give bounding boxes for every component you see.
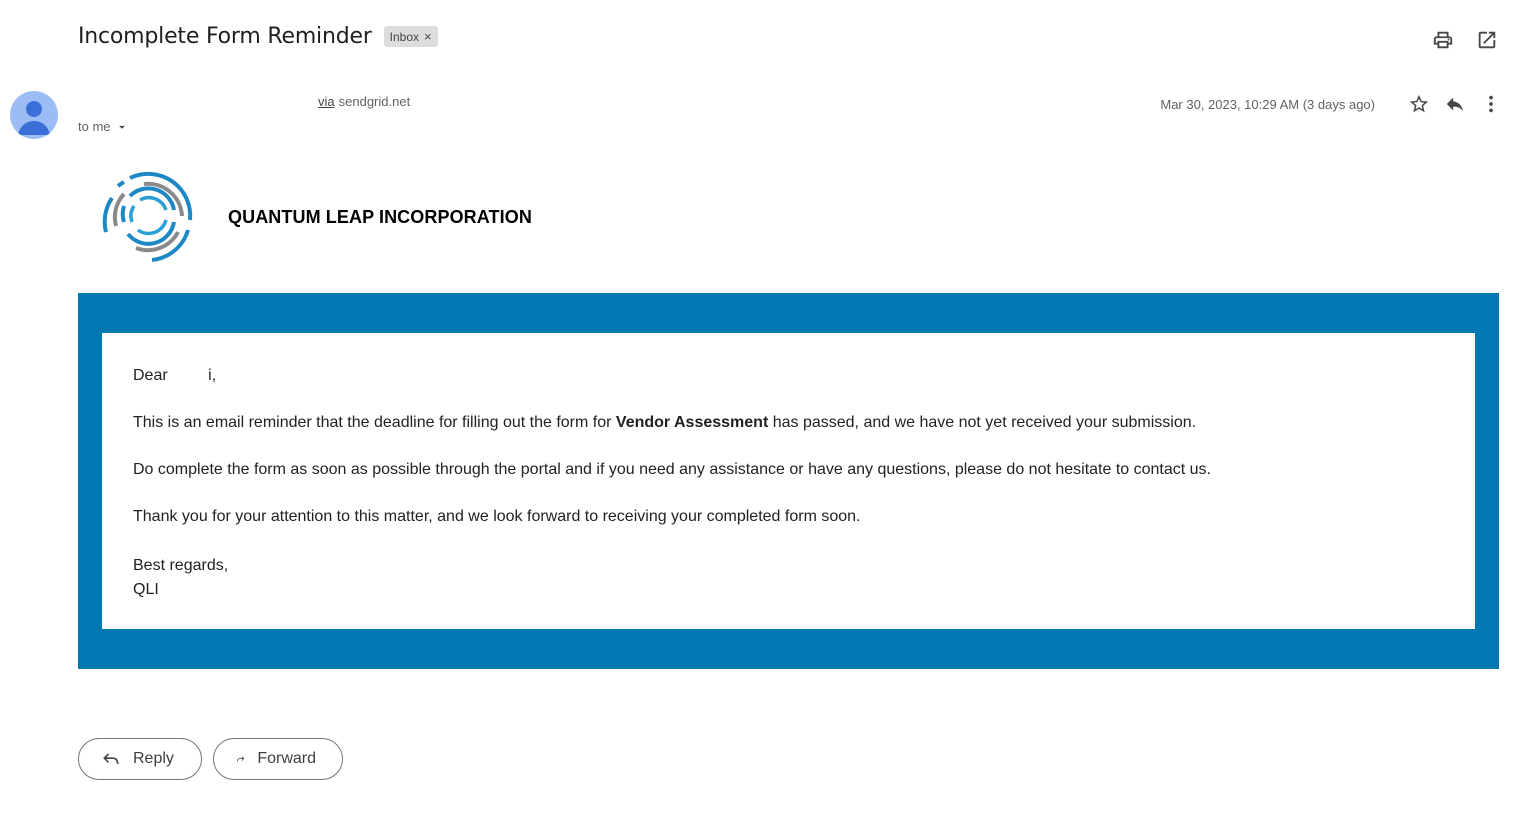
closing-line: Best regards, xyxy=(133,557,229,574)
paragraph-complete: Do complete the form as soon as possible… xyxy=(133,461,1211,478)
print-icon[interactable] xyxy=(1431,28,1455,52)
person-icon xyxy=(18,101,50,135)
forward-label: Forward xyxy=(257,750,316,767)
signature-line: QLI xyxy=(133,581,159,598)
message-date: Mar 30, 2023, 10:29 AM (3 days ago) xyxy=(1160,96,1375,112)
greeting-text: Dear xyxy=(133,367,168,384)
email-subject: Incomplete Form Reminder xyxy=(78,24,372,49)
to-me-text: to me xyxy=(78,119,111,134)
p1-before: This is an email reminder that the deadl… xyxy=(133,414,616,431)
message-meta: Mar 30, 2023, 10:29 AM (3 days ago) xyxy=(1160,92,1503,116)
reply-button[interactable]: Reply xyxy=(78,738,202,780)
reply-actions: Reply Forward xyxy=(78,738,343,780)
forward-arrow-icon xyxy=(237,756,245,762)
via-link[interactable]: via xyxy=(318,94,335,109)
form-name: Vendor Assessment xyxy=(615,414,769,431)
reply-arrow-icon xyxy=(103,753,119,765)
sender-name-redacted[interactable] xyxy=(78,95,318,109)
chevron-down-icon xyxy=(118,125,125,129)
inbox-label-chip[interactable]: Inbox × xyxy=(383,26,438,47)
remove-label-button[interactable]: × xyxy=(424,29,432,44)
greeting-tail: i, xyxy=(208,367,217,384)
sender-avatar[interactable] xyxy=(10,91,58,139)
open-in-new-window-icon[interactable] xyxy=(1475,28,1499,52)
company-logo-icon xyxy=(102,171,193,262)
recipients-toggle[interactable]: to me xyxy=(78,119,129,134)
subject-row: Incomplete Form Reminder Inbox × xyxy=(78,24,438,49)
email-body-card: Dear i, This is an email reminder that t… xyxy=(102,333,1475,629)
company-name: QUANTUM LEAP INCORPORATION xyxy=(228,206,532,227)
email-body-frame: Dear i, This is an email reminder that t… xyxy=(78,293,1499,669)
paragraph-deadline: This is an email reminder that the deadl… xyxy=(133,413,1444,432)
paragraph-thanks: Thank you for your attention to this mat… xyxy=(133,508,861,525)
company-header: QUANTUM LEAP INCORPORATION xyxy=(100,170,532,264)
top-actions xyxy=(1431,28,1499,52)
forward-button[interactable]: Forward xyxy=(213,738,343,780)
p1-after: has passed, and we have not yet received… xyxy=(768,414,1197,431)
reply-icon[interactable] xyxy=(1443,92,1467,116)
sender-line: via sendgrid.net xyxy=(78,94,410,109)
reply-label: Reply xyxy=(133,750,174,767)
greeting-line: Dear i, xyxy=(133,366,1444,385)
star-icon[interactable] xyxy=(1407,92,1431,116)
via-domain: sendgrid.net xyxy=(338,94,411,109)
inbox-label-text: Inbox xyxy=(389,29,420,44)
more-vert-icon[interactable] xyxy=(1479,92,1503,116)
